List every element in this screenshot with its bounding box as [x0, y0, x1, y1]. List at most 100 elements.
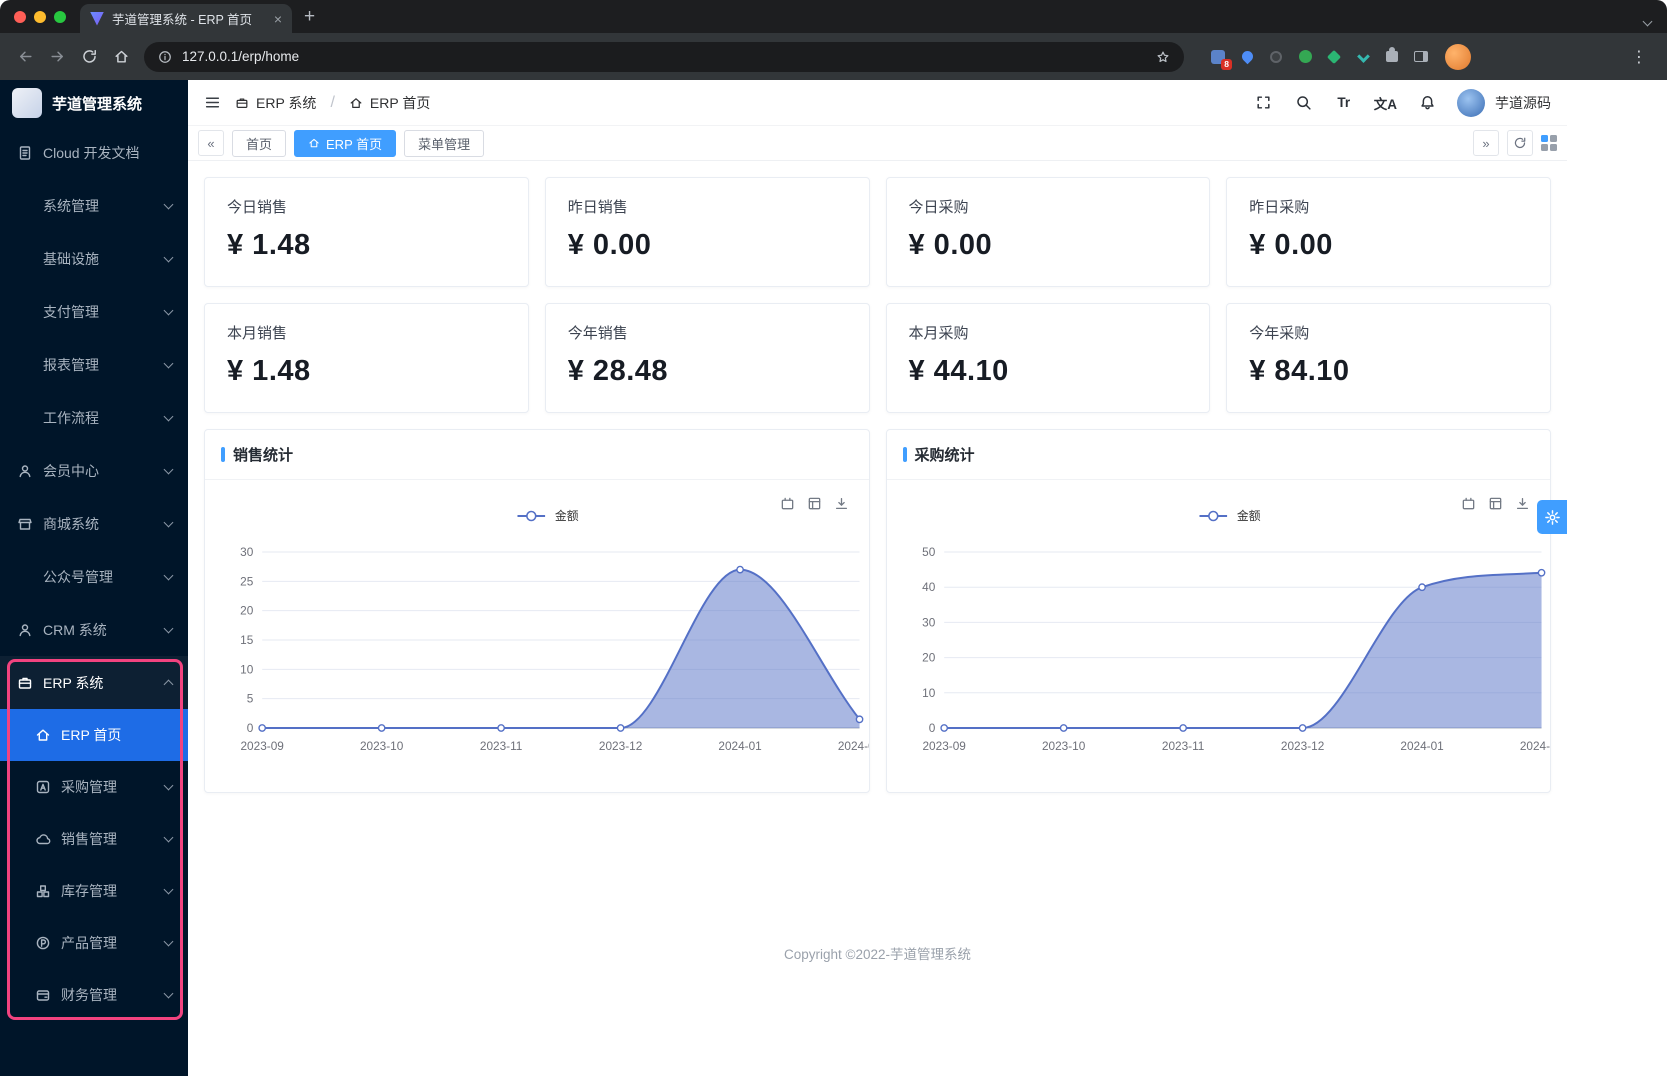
url-bar[interactable]: 127.0.0.1/erp/home — [144, 42, 1184, 72]
stat-card-yesterday-purchase: 昨日采购¥ 0.00 — [1226, 177, 1551, 287]
chart-toolbox-dataview-icon[interactable] — [1488, 496, 1503, 511]
page-tab-home[interactable]: 首页 — [232, 130, 286, 157]
sidebar-item-product[interactable]: 产品管理 — [0, 917, 188, 969]
svg-text:25: 25 — [240, 574, 254, 588]
reload-button[interactable] — [74, 42, 104, 72]
page-tab-menu-manage[interactable]: 菜单管理 — [404, 130, 484, 157]
breadcrumb-item-erp[interactable]: ERP 系统 — [235, 93, 316, 113]
menu-label: 会员中心 — [43, 461, 155, 481]
menu-label: ERP 系统 — [43, 673, 155, 693]
sidebar-item-erp-home[interactable]: ERP 首页 — [0, 709, 188, 761]
tabs-scroll-right-button[interactable]: » — [1473, 130, 1499, 156]
chart-legend[interactable]: 金额 — [517, 509, 578, 523]
window-zoom-button[interactable] — [54, 11, 66, 23]
stat-value: ¥ 84.10 — [1249, 355, 1528, 388]
tabs-scroll-left-button[interactable]: « — [198, 130, 224, 156]
user-avatar[interactable] — [1457, 89, 1485, 117]
sidebar-item-report[interactable]: 报表管理 — [0, 338, 188, 391]
extension-icon-3[interactable] — [1266, 47, 1286, 67]
sidebar-item-erp[interactable]: ERP 系统 — [0, 656, 188, 709]
chart-toolbox-magictype-icon[interactable] — [1461, 496, 1476, 511]
browser-window: 芋道管理系统 - ERP 首页 × + 127.0.0.1/erp/home 8… — [0, 0, 1667, 1076]
stat-value: ¥ 1.48 — [227, 229, 506, 262]
sidebar-item-system[interactable]: 系统管理 — [0, 179, 188, 232]
back-button[interactable] — [10, 42, 40, 72]
side-panel-icon[interactable] — [1411, 47, 1431, 67]
window-minimize-button[interactable] — [34, 11, 46, 23]
breadcrumb-item-erp-home[interactable]: ERP 首页 — [349, 93, 430, 113]
browser-tab[interactable]: 芋道管理系统 - ERP 首页 × — [80, 4, 292, 33]
extension-icon-6[interactable] — [1353, 47, 1373, 67]
blank-icon — [16, 409, 33, 426]
tab-close-icon[interactable]: × — [274, 11, 282, 27]
sidebar-item-stock[interactable]: 库存管理 — [0, 865, 188, 917]
charts-row: 销售统计0510152025302023-092023-102023-11202… — [204, 429, 1551, 793]
search-icon[interactable] — [1294, 93, 1314, 113]
new-tab-button[interactable]: + — [304, 7, 315, 26]
browser-home-button[interactable] — [106, 42, 136, 72]
font-size-icon[interactable]: Tr — [1334, 93, 1354, 113]
stat-value: ¥ 1.48 — [227, 355, 506, 388]
chart-toolbox-magictype-icon[interactable] — [780, 496, 795, 511]
erp-menu-group: ERP 系统 ERP 首页采购管理销售管理库存管理产品管理财务管理 — [0, 656, 188, 1021]
extension-icon-5[interactable] — [1324, 47, 1344, 67]
stat-card-month-sales: 本月销售¥ 1.48 — [204, 303, 529, 413]
stat-label: 今年销售 — [568, 322, 847, 343]
sidebar-item-finance[interactable]: 财务管理 — [0, 969, 188, 1021]
panel-header: 采购统计 — [887, 430, 1551, 480]
chart-toolbox-save-image-icon[interactable] — [834, 496, 849, 511]
stat-card-yesterday-sales: 昨日销售¥ 0.00 — [545, 177, 870, 287]
app-logo-row[interactable]: 芋道管理系统 — [0, 80, 188, 126]
finance-icon — [34, 987, 51, 1004]
extension-icon-1[interactable]: 8 — [1208, 47, 1228, 67]
extension-icon-4[interactable] — [1295, 47, 1315, 67]
menu-label: 商城系统 — [43, 514, 155, 534]
site-info-icon[interactable] — [158, 50, 172, 64]
bookmark-star-icon[interactable] — [1156, 50, 1170, 64]
sidebar-item-member[interactable]: 会员中心 — [0, 444, 188, 497]
sidebar-item-workflow[interactable]: 工作流程 — [0, 391, 188, 444]
sidebar-item-pay[interactable]: 支付管理 — [0, 285, 188, 338]
forward-button[interactable] — [42, 42, 72, 72]
browser-menu-kebab-icon[interactable]: ⋮ — [1621, 47, 1657, 67]
menu-label: 基础设施 — [43, 249, 155, 269]
sidebar-item-crm[interactable]: CRM 系统 — [0, 603, 188, 656]
blank-icon — [16, 250, 33, 267]
sidebar-item-cloud-docs[interactable]: Cloud 开发文档 — [0, 126, 188, 179]
extensions-puzzle-icon[interactable] — [1382, 47, 1402, 67]
sidebar-item-sales[interactable]: 销售管理 — [0, 813, 188, 865]
window-close-button[interactable] — [14, 11, 26, 23]
chart-toolbox-save-image-icon[interactable] — [1515, 496, 1530, 511]
tab-refresh-button[interactable] — [1507, 130, 1533, 156]
settings-gear-button[interactable] — [1537, 500, 1567, 534]
page-tab-erp-home[interactable]: ERP 首页 — [294, 130, 396, 157]
collapse-menu-icon[interactable] — [204, 94, 221, 111]
tab-operations-grid-icon[interactable] — [1541, 135, 1557, 151]
menu-label: 财务管理 — [61, 985, 155, 1005]
chevron-down-icon — [164, 623, 174, 633]
sidebar-item-infra[interactable]: 基础设施 — [0, 232, 188, 285]
footer-copyright: Copyright ©2022-芋道管理系统 — [204, 943, 1551, 983]
sidebar-menu: Cloud 开发文档系统管理基础设施支付管理报表管理工作流程会员中心商城系统公众… — [0, 126, 188, 1076]
chevron-down-icon — [164, 517, 174, 527]
username[interactable]: 芋道源码 — [1495, 93, 1551, 113]
notification-bell-icon[interactable] — [1417, 93, 1437, 113]
sidebar-item-mall[interactable]: 商城系统 — [0, 497, 188, 550]
chart-legend[interactable]: 金额 — [1199, 509, 1260, 523]
svg-text:2024-01: 2024-01 — [1400, 739, 1444, 753]
extension-icon-2[interactable] — [1237, 47, 1257, 67]
fullscreen-icon[interactable] — [1254, 93, 1274, 113]
translate-icon[interactable]: 文A — [1374, 93, 1397, 113]
chart-toolbox-dataview-icon[interactable] — [807, 496, 822, 511]
svg-text:30: 30 — [922, 615, 936, 629]
browser-profile-avatar[interactable] — [1445, 44, 1471, 70]
sidebar-item-mp[interactable]: 公众号管理 — [0, 550, 188, 603]
blank-icon — [16, 568, 33, 585]
svg-text:10: 10 — [922, 686, 936, 700]
svg-text:金额: 金额 — [555, 509, 579, 523]
panel-body: 0510152025302023-092023-102023-112023-12… — [205, 480, 869, 792]
sidebar-item-purchase[interactable]: 采购管理 — [0, 761, 188, 813]
tab-search-chevron-icon[interactable] — [1644, 12, 1651, 30]
chart-toolbox — [1461, 496, 1530, 511]
stat-card-today-purchase: 今日采购¥ 0.00 — [886, 177, 1211, 287]
